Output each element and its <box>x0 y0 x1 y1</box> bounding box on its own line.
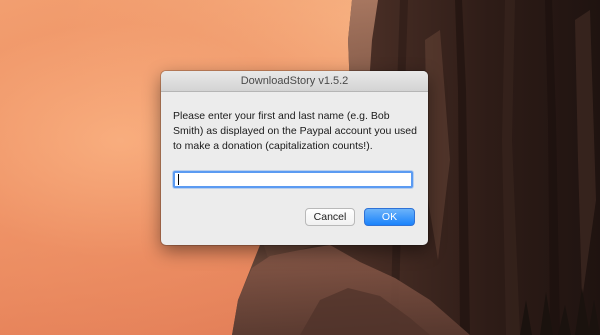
dialog-title[interactable]: DownloadStory v1.5.2 <box>161 71 428 92</box>
text-cursor <box>178 174 179 185</box>
ok-button[interactable]: OK <box>364 208 415 226</box>
full-name-input[interactable] <box>173 171 413 188</box>
dialog-message: Please enter your first and last name (e… <box>173 110 417 152</box>
name-prompt-dialog: DownloadStory v1.5.2 Please enter your f… <box>161 71 428 245</box>
cancel-button[interactable]: Cancel <box>305 208 355 226</box>
